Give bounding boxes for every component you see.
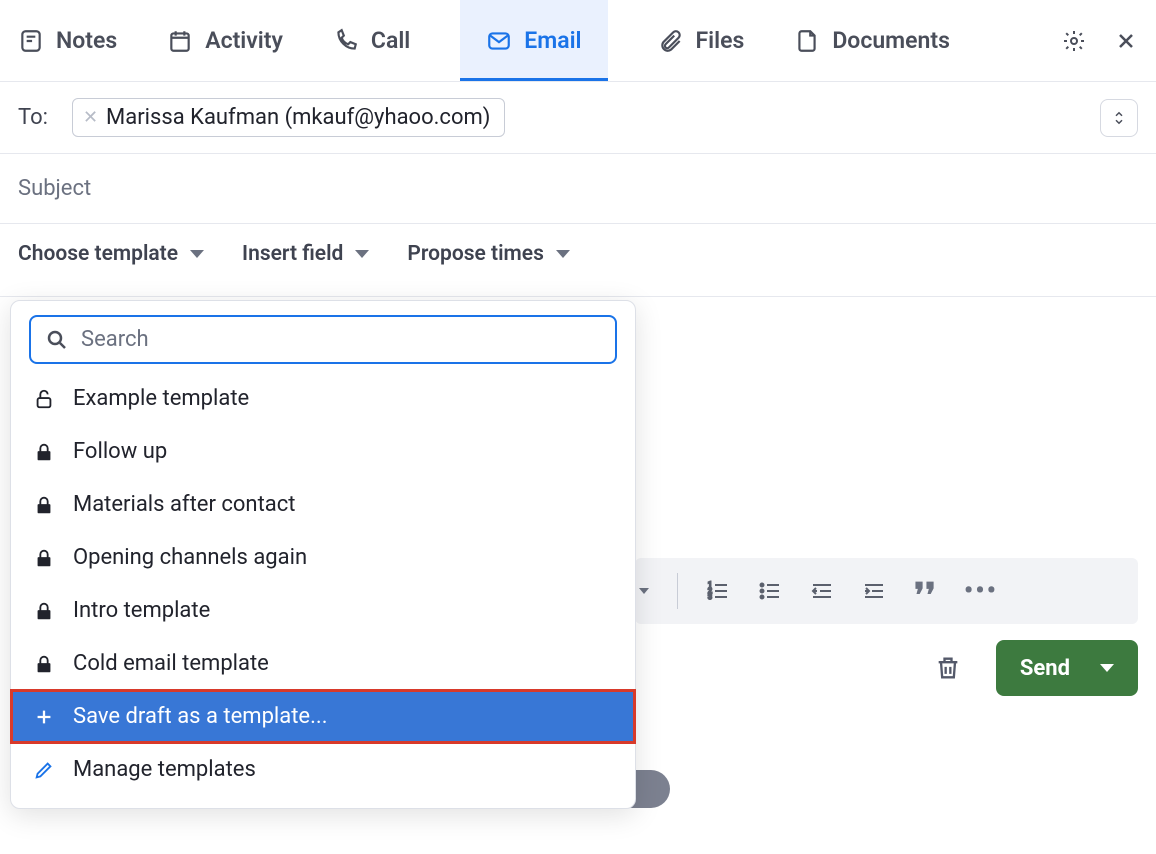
blockquote-icon[interactable]: ❜❜ [914,590,936,604]
template-search-input[interactable] [81,327,601,352]
template-item-opening[interactable]: Opening channels again [11,531,635,584]
paperclip-icon [658,28,684,54]
tab-label: Activity [205,27,283,54]
caret-down-icon [355,250,369,258]
insert-field-button[interactable]: Insert field [242,242,369,266]
caret-down-icon [556,250,570,258]
template-search[interactable] [29,315,617,364]
template-dropdown: Example template Follow up Materials aft… [10,300,636,809]
tab-bar: Notes Activity Call Email Files Document… [0,0,1156,82]
tab-call[interactable]: Call [333,0,410,81]
compose-actions-row: Choose template Insert field Propose tim… [0,224,1156,297]
template-item-example[interactable]: Example template [11,372,635,425]
notes-icon [18,28,44,54]
lock-icon [33,494,55,516]
phone-icon [333,28,359,54]
format-toolbar: 123 ❜❜ ••• [635,558,1138,624]
pencil-icon [33,759,55,781]
save-draft-as-template[interactable]: Save draft as a template... [11,690,635,743]
expand-recipients-button[interactable] [1100,99,1138,137]
calendar-icon [167,28,193,54]
gear-icon[interactable] [1062,29,1086,53]
ordered-list-icon[interactable]: 123 [706,579,730,603]
tab-email[interactable]: Email [460,0,607,81]
to-label: To: [18,105,48,130]
more-format-icon[interactable]: ••• [964,576,998,606]
tab-label: Email [524,27,581,54]
recipient-text: Marissa Kaufman (mkauf@yhaoo.com) [106,105,490,130]
bullet-list-icon[interactable] [758,579,782,603]
subject-input[interactable] [18,176,1138,201]
tab-activity[interactable]: Activity [167,0,283,81]
document-icon [794,28,820,54]
template-item-materials[interactable]: Materials after contact [11,478,635,531]
manage-templates[interactable]: Manage templates [11,743,635,796]
unlock-icon [33,388,55,410]
propose-times-button[interactable]: Propose times [407,242,570,266]
to-row: To: ✕ Marissa Kaufman (mkauf@yhaoo.com) [0,82,1156,154]
subject-row [0,154,1156,224]
plus-icon [33,706,55,728]
indent-icon[interactable] [862,579,886,603]
tab-files[interactable]: Files [658,0,745,81]
search-icon [45,328,69,352]
template-item-cold[interactable]: Cold email template [11,637,635,690]
tab-label: Documents [832,27,950,54]
tab-label: Notes [56,27,117,54]
remove-recipient-icon[interactable]: ✕ [83,109,98,127]
choose-template-button[interactable]: Choose template [18,242,204,266]
svg-text:3: 3 [708,593,712,601]
tab-documents[interactable]: Documents [794,0,950,81]
caret-down-icon [1100,664,1114,672]
template-item-intro[interactable]: Intro template [11,584,635,637]
caret-down-icon [639,588,649,594]
send-button[interactable]: Send [996,640,1138,696]
lock-icon [33,547,55,569]
close-icon[interactable] [1114,29,1138,53]
template-item-followup[interactable]: Follow up [11,425,635,478]
divider [677,573,678,609]
email-icon [486,28,512,54]
outdent-icon[interactable] [810,579,834,603]
tab-notes[interactable]: Notes [18,0,117,81]
lock-icon [33,600,55,622]
tab-label: Files [696,27,745,54]
recipient-chip[interactable]: ✕ Marissa Kaufman (mkauf@yhaoo.com) [72,98,506,137]
tab-label: Call [371,27,410,54]
trash-icon[interactable] [934,653,962,683]
lock-icon [33,441,55,463]
send-area: Send [934,640,1138,696]
lock-icon [33,653,55,675]
caret-down-icon [190,250,204,258]
